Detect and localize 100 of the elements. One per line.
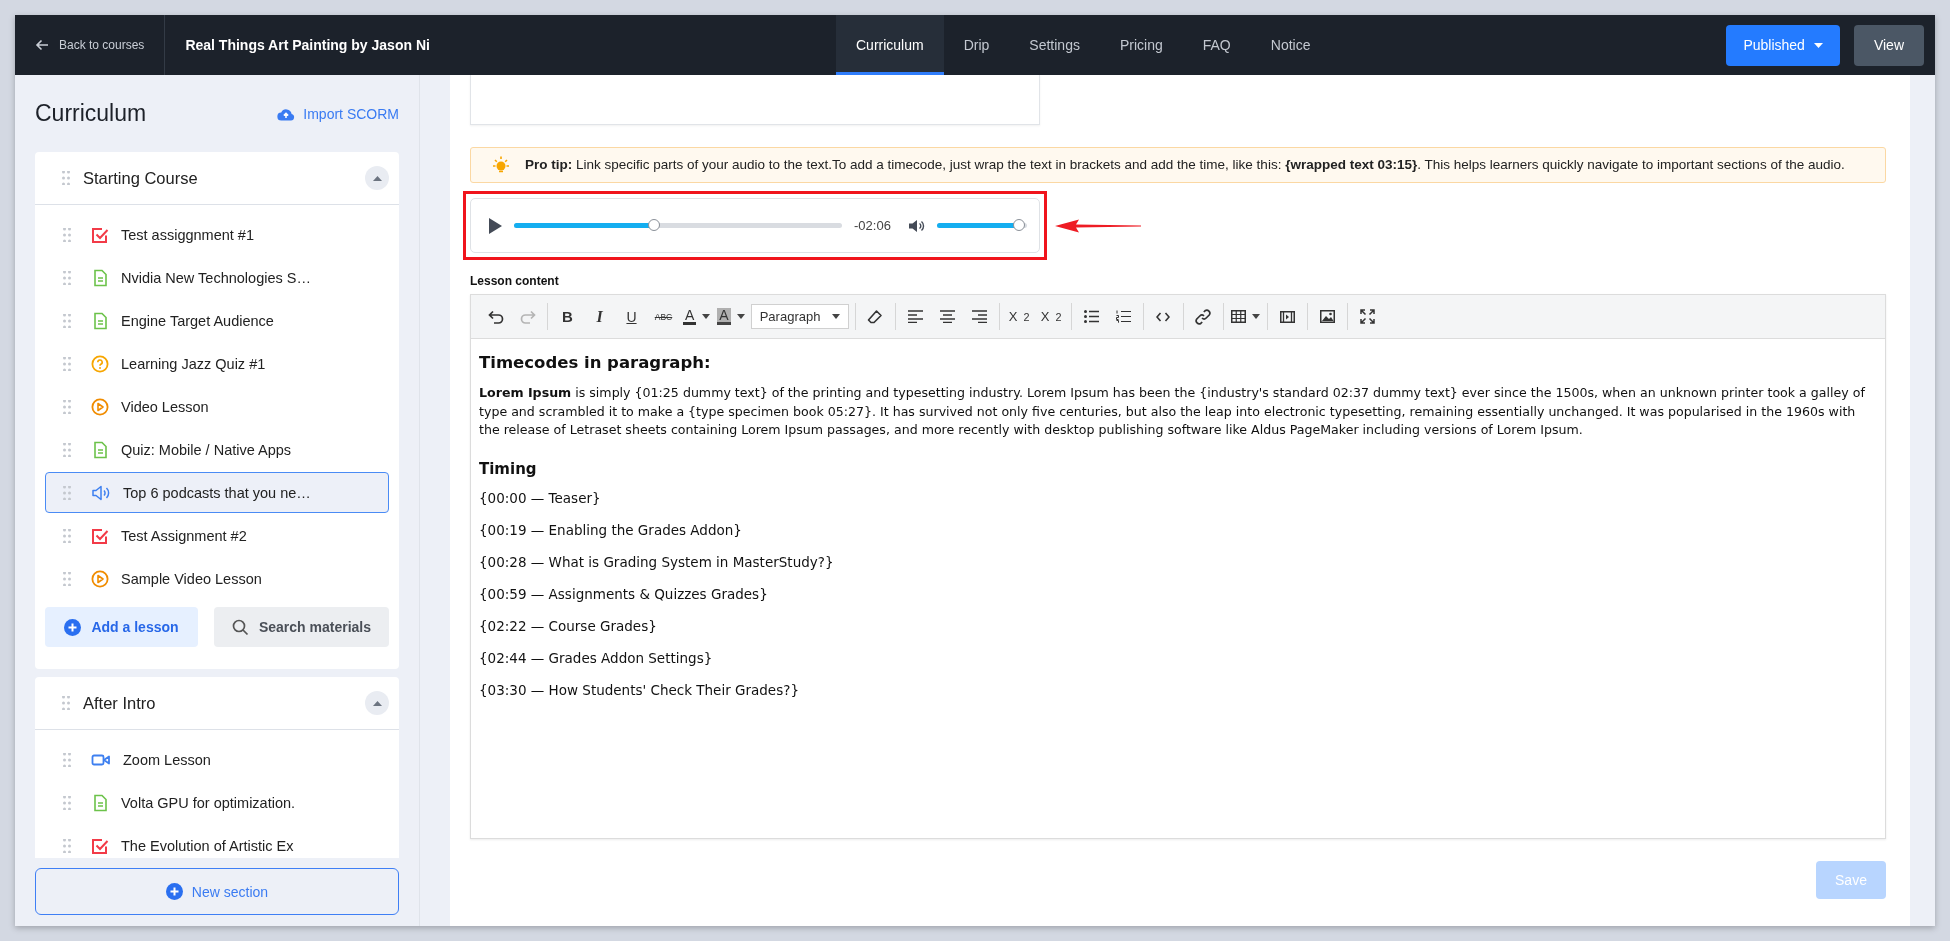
caret-down-icon — [702, 314, 711, 319]
document-icon — [91, 440, 109, 459]
content-heading: Timecodes in paragraph: — [479, 353, 712, 372]
drag-handle-icon — [63, 442, 71, 457]
play-button[interactable] — [489, 217, 502, 234]
image-icon — [1319, 310, 1335, 323]
table-icon — [1230, 310, 1246, 323]
lesson-item[interactable]: Top 6 podcasts that you ne… — [45, 472, 389, 513]
nav-tab[interactable]: Curriculum — [836, 15, 944, 75]
highlight-color-button[interactable]: A — [714, 303, 748, 330]
nav-tab[interactable]: Drip — [943, 15, 1010, 75]
align-right-icon — [971, 310, 987, 323]
drag-handle-icon — [63, 270, 71, 285]
search-icon — [231, 618, 249, 636]
view-button[interactable]: View — [1853, 24, 1924, 66]
checkbox-icon — [91, 225, 109, 244]
timecode-line: {00:59 — Assignments & Quizzes Grades} — [479, 584, 769, 604]
caret-down-icon — [1813, 42, 1823, 48]
nav-tab[interactable]: Notice — [1250, 15, 1331, 75]
fullscreen-icon — [1359, 309, 1375, 324]
lesson-item[interactable]: Zoom Lesson — [45, 739, 389, 780]
checkbox-icon — [91, 526, 109, 545]
text-color-button[interactable]: A — [680, 303, 714, 330]
timecode-line: {02:44 — Grades Addon Settings} — [479, 648, 714, 668]
speaker-icon — [91, 483, 111, 502]
progress-thumb[interactable] — [648, 218, 661, 231]
pro-tip-text: Pro tip: Link specific parts of your audio to the text.To add a timecode, just wrap the text in brackets and add the time, like this: {wrapped text 03:15}. This helps learners quickly navigate to important sections of the audio. — [525, 156, 1845, 174]
volume-icon — [908, 218, 925, 233]
content-paragraph: Lorem Ipsum is simply {01:25 dummy text} of the printing and typesetting industry. Lorem Ipsum has been the {industry's standard 02:37 dummy text} ever since the 1500s, when an unknown printer took a galley of type and scrambled it to make a {type specimen book 05:27}. It has survived not only five centuries, but also the leap into electronic typesetting, remaining essentially unchanged. It was popularised in the 1960s with the release of Letraset sheets containing Lorem Ipsum passages, and more recently with desktop publishing software like Aldus PageMaker including versions of Lorem Ipsum. — [479, 384, 1867, 439]
align-center-icon — [939, 310, 955, 323]
lesson-item[interactable]: Quiz: Mobile / Native Apps — [45, 429, 389, 470]
content-subheading: Timing — [479, 459, 538, 478]
collapse-button[interactable] — [365, 691, 389, 715]
strike-button[interactable]: ABC — [648, 303, 679, 330]
drag-handle-icon — [63, 838, 71, 853]
rich-text-editor[interactable] — [470, 294, 1886, 839]
time-remaining: -02:06 — [854, 218, 891, 233]
search-materials-button[interactable]: Search materials — [214, 607, 389, 647]
nav-tab[interactable]: Pricing — [1099, 15, 1183, 75]
add-lesson-button[interactable]: Add a lesson — [45, 607, 198, 647]
lesson-item[interactable]: Test Assignment #2 — [45, 515, 389, 556]
drag-handle-icon — [62, 696, 70, 710]
document-icon — [91, 268, 109, 287]
cloud-upload-icon — [277, 106, 296, 121]
code-icon — [1156, 311, 1171, 322]
document-icon — [91, 311, 109, 330]
drag-handle-icon — [63, 485, 71, 500]
caret-up-icon — [372, 700, 382, 706]
numbered-list-icon — [1115, 310, 1131, 323]
timecode-line: {02:22 — Course Grades} — [479, 616, 658, 636]
new-section-button[interactable]: New section — [35, 868, 399, 915]
lesson-item[interactable]: Engine Target Audience — [45, 300, 389, 341]
play-circle-icon — [91, 569, 109, 588]
eraser-icon — [867, 308, 884, 325]
lesson-content-label: Lesson content — [470, 274, 560, 288]
undo-icon — [487, 309, 504, 324]
underline-button[interactable]: U — [616, 303, 647, 330]
align-left-icon — [907, 310, 923, 323]
lesson-item[interactable]: Nvidia New Technologies S… — [45, 257, 389, 298]
lightbulb-icon — [491, 155, 511, 175]
nav-tab[interactable]: FAQ — [1182, 15, 1251, 75]
plus-icon — [165, 883, 183, 900]
lesson-item[interactable]: The Evolution of Artistic Ex — [45, 825, 389, 858]
drag-handle-icon — [63, 752, 71, 767]
caret-down-icon — [831, 314, 840, 319]
plus-icon — [64, 618, 82, 636]
question-icon — [91, 354, 109, 373]
timecode-line: {00:00 — Teaser} — [479, 488, 602, 508]
bold-button[interactable]: B — [552, 303, 583, 330]
lesson-item[interactable]: Video Lesson — [45, 386, 389, 427]
drag-handle-icon — [63, 227, 71, 242]
sidebar-title: Curriculum — [35, 100, 147, 127]
play-icon — [489, 217, 502, 234]
play-circle-icon — [91, 397, 109, 416]
lesson-item[interactable]: Sample Video Lesson — [45, 558, 389, 599]
drag-handle-icon — [62, 171, 70, 185]
caret-up-icon — [372, 175, 382, 181]
import-scorm-link[interactable]: Import SCORM — [277, 105, 399, 122]
course-title: Real Things Art Painting by Jason Ni — [185, 37, 430, 53]
lesson-item[interactable]: Test assiggnment #1 — [45, 214, 389, 255]
block-format-dropdown[interactable]: Paragraph — [750, 304, 849, 329]
collapse-button[interactable] — [365, 166, 389, 190]
drag-handle-icon — [63, 571, 71, 586]
bullet-list-icon — [1083, 310, 1099, 323]
nav-tab[interactable]: Settings — [1009, 15, 1100, 75]
published-dropdown[interactable]: Published — [1726, 24, 1840, 66]
section-title: Starting Course — [83, 168, 198, 188]
back-arrow-icon — [35, 39, 49, 51]
drag-handle-icon — [63, 795, 71, 810]
checkbox-icon — [91, 836, 109, 855]
lesson-item[interactable]: Volta GPU for optimization. — [45, 782, 389, 823]
caret-down-icon — [1251, 314, 1260, 319]
drag-handle-icon — [63, 356, 71, 371]
italic-button[interactable]: I — [584, 303, 615, 330]
drag-handle-icon — [63, 528, 71, 543]
volume-thumb[interactable] — [1012, 218, 1025, 231]
lesson-item[interactable]: Learning Jazz Quiz #1 — [45, 343, 389, 384]
caret-down-icon — [736, 314, 745, 319]
timecode-line: {03:30 — How Students' Check Their Grades?} — [479, 680, 800, 700]
timecode-line: {00:28 — What is Grading System in MasterStudy?} — [479, 552, 835, 572]
